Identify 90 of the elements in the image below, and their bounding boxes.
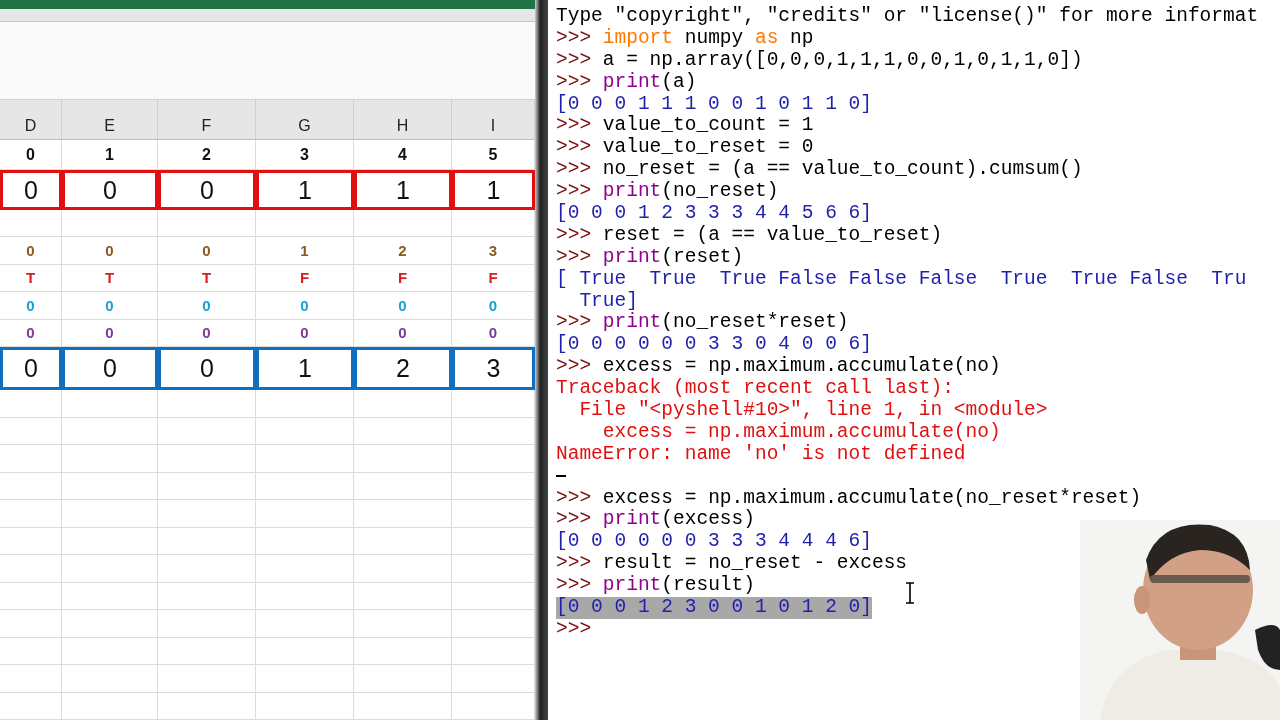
table-cell: 4	[354, 140, 452, 170]
code-line: >>> print(no_reset*reset)	[556, 312, 849, 334]
output-line: [0 0 0 0 0 0 3 3 0 4 0 0 6]	[556, 334, 872, 356]
table-cell: 2	[354, 237, 452, 265]
output-line: True]	[578, 290, 638, 312]
table-cell: 1	[62, 140, 158, 170]
table-cell: 0	[0, 319, 62, 347]
table-cell: F	[256, 264, 354, 292]
error-line: NameError: name 'no' is not defined	[556, 443, 966, 466]
table-cell	[0, 665, 62, 693]
code-line: >>> value_to_count = 1	[556, 115, 814, 137]
table-cell: 0	[62, 319, 158, 347]
column-header[interactable]: H	[354, 100, 452, 140]
table-cell	[0, 210, 62, 237]
table-cell: 0	[256, 292, 354, 320]
code-line: >>> print(result)	[556, 575, 755, 597]
column-header[interactable]: E	[62, 100, 158, 140]
table-cell: 2	[158, 140, 256, 170]
table-cell: 0	[0, 140, 62, 170]
table-cell: 0	[0, 237, 62, 265]
code-line: >>> print(excess)	[556, 509, 755, 531]
table-cell: 0	[0, 292, 62, 320]
table-cell: 1	[256, 170, 354, 210]
table-cell	[0, 582, 62, 610]
table-cell	[0, 610, 62, 638]
table-cell: 0	[158, 347, 256, 390]
table-cell: 0	[158, 170, 256, 210]
table-cell	[0, 500, 62, 528]
column-header[interactable]: D	[0, 100, 62, 140]
output-line: [ True True True False False False True True False Tru	[556, 268, 1247, 291]
table-cell: 3	[256, 140, 354, 170]
table-cell: 3	[452, 237, 535, 265]
table-cell: 0	[0, 170, 62, 210]
prompt: >>>	[556, 618, 592, 641]
table-cell	[0, 527, 62, 555]
table-cell	[0, 555, 62, 583]
code-line: >>> import numpy as np	[556, 27, 814, 50]
table-cell: 0	[0, 347, 62, 390]
code-line: >>> print(no_reset)	[556, 181, 779, 203]
table-cell: T	[62, 264, 158, 292]
table-cell: 1	[256, 347, 354, 390]
table-cell: 0	[62, 170, 158, 210]
code-line: >>> reset = (a == value_to_reset)	[556, 224, 943, 247]
table-cell: 0	[158, 319, 256, 347]
table-cell: T	[0, 264, 62, 292]
table-cell: F	[452, 264, 535, 292]
ibeam-cursor-icon	[905, 582, 915, 604]
column-header[interactable]: F	[158, 100, 256, 140]
table-cell	[0, 692, 62, 720]
text-cursor	[556, 474, 566, 477]
code-line: >>> no_reset = (a == value_to_count).cumsum()	[556, 159, 1083, 181]
code-line: >>> a = np.array([0,0,0,1,1,1,0,0,1,0,1,1,0])	[556, 49, 1083, 72]
table-cell	[0, 472, 62, 500]
output-line: [0 0 0 0 0 0 3 3 3 4 4 4 6]	[556, 531, 872, 553]
table-cell: 3	[452, 347, 535, 390]
code-line: >>> result = no_reset - excess	[556, 553, 908, 575]
table-cell	[0, 445, 62, 473]
table-cell: 1	[256, 237, 354, 265]
code-line: >>> print(a)	[556, 71, 697, 94]
table-cell: 0	[62, 347, 158, 390]
error-line: Traceback (most recent call last):	[556, 378, 954, 400]
output-line: [0 0 0 1 1 1 0 0 1 0 1 1 0]	[556, 93, 872, 115]
table-cell: 2	[354, 347, 452, 390]
table-cell: 0	[158, 237, 256, 265]
table-cell	[0, 637, 62, 665]
error-line: excess = np.maximum.accumulate(no)	[601, 421, 1001, 444]
table-cell: 0	[256, 319, 354, 347]
error-line: File "<pyshell#10>", line 1, in <module>	[578, 400, 1048, 422]
table-cell	[0, 417, 62, 445]
column-header[interactable]: G	[256, 100, 354, 140]
output-line: [0 0 0 1 2 3 3 3 4 4 5 6 6]	[556, 203, 872, 225]
table-cell: 0	[354, 292, 452, 320]
table-cell: 1	[354, 170, 452, 210]
table-cell	[0, 390, 62, 418]
code-line: >>> excess = np.maximum.accumulate(no_reset*reset)	[556, 487, 1142, 509]
table-cell: 0	[354, 319, 452, 347]
table-cell: 0	[62, 292, 158, 320]
code-line: >>> value_to_reset = 0	[556, 137, 814, 159]
table-cell: T	[158, 264, 256, 292]
table-cell: F	[354, 264, 452, 292]
table-cell: 0	[158, 292, 256, 320]
table-cell: 1	[452, 170, 535, 210]
code-line: >>> print(reset)	[556, 246, 744, 269]
table-cell: 0	[62, 237, 158, 265]
column-header[interactable]: I	[452, 100, 535, 140]
table-cell: 0	[452, 319, 535, 347]
table-cell: 0	[452, 292, 535, 320]
table-cell: 5	[452, 140, 535, 170]
code-line: >>> excess = np.maximum.accumulate(no)	[556, 356, 1001, 378]
output-line: Type "copyright", "credits" or "license()" for more informat	[556, 6, 1259, 28]
